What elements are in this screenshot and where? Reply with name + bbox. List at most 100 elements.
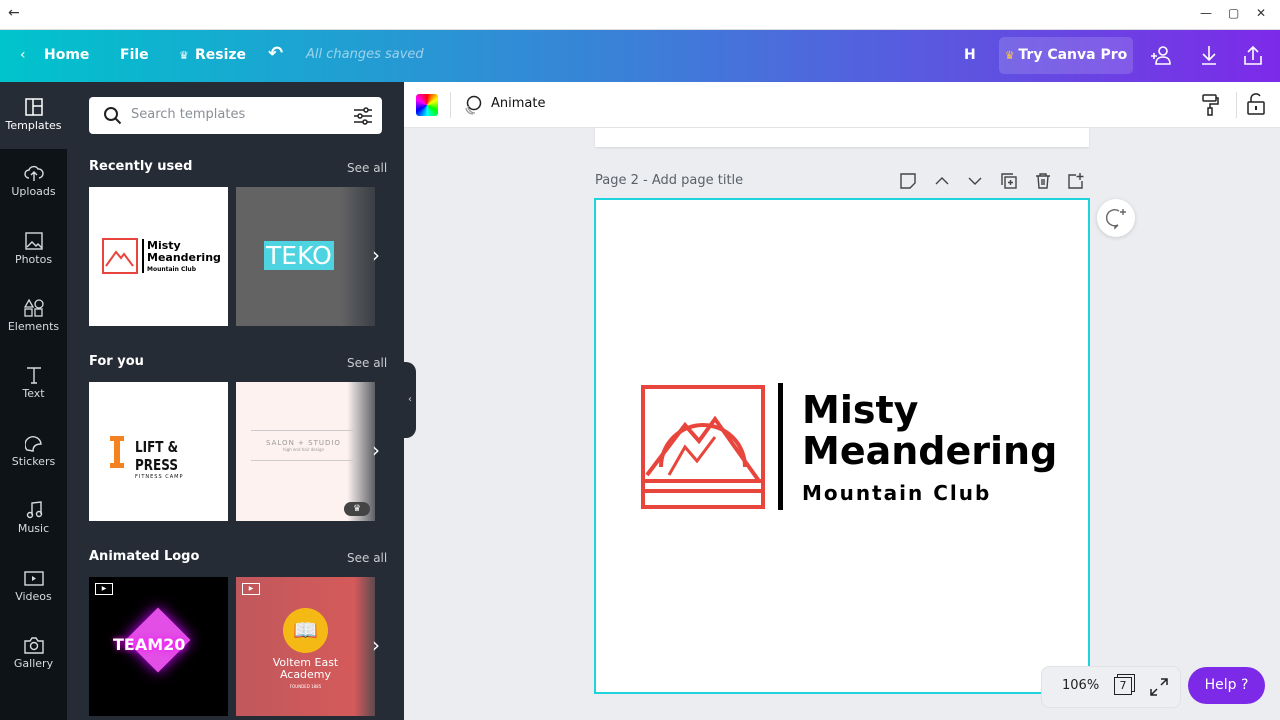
rail-item-stickers[interactable]: Stickers	[0, 434, 67, 468]
search-input[interactable]: Search templates	[89, 97, 382, 134]
search-icon	[104, 107, 122, 125]
rail-label: Gallery	[13, 657, 54, 670]
card-text: Misty Meandering Mountain Club	[147, 240, 221, 276]
logo-line1: Misty	[802, 388, 919, 432]
chevron-left-icon[interactable]: ‹	[20, 47, 26, 63]
fullscreen-icon[interactable]	[1149, 677, 1169, 697]
top-bar: ‹ Home File ♛ Resize ↶ All changes saved…	[0, 30, 1280, 82]
zoom-controls: 106% 7	[1041, 666, 1181, 708]
rail-item-music[interactable]: Music	[0, 501, 67, 535]
card-line: LIFT & PRESS	[135, 438, 179, 474]
rail-label: Stickers	[11, 455, 56, 468]
card-line: Academy	[279, 668, 332, 681]
section-title: Recently used	[89, 159, 193, 174]
see-all-link[interactable]: See all	[347, 161, 387, 175]
notes-icon[interactable]	[899, 172, 917, 190]
chevron-down-icon[interactable]	[966, 172, 984, 190]
card-text: LIFT & PRESS FITNESS CAMP	[135, 438, 228, 480]
chevron-right-icon[interactable]: ›	[372, 243, 380, 267]
templates-icon	[24, 98, 43, 116]
card-line: SALON + STUDIO	[266, 439, 341, 447]
card-line: TEKO	[264, 241, 334, 270]
save-status: All changes saved	[306, 47, 424, 62]
template-card[interactable]: LIFT & PRESS FITNESS CAMP	[89, 382, 228, 521]
rail-item-elements[interactable]: Elements	[0, 299, 67, 333]
page-title-input[interactable]: Add page title	[652, 173, 743, 188]
minimize-button[interactable]: —	[1200, 6, 1212, 20]
add-comment-button[interactable]	[1097, 199, 1135, 237]
photo-icon	[24, 232, 43, 250]
music-icon	[26, 501, 42, 519]
rail-item-videos[interactable]: Videos	[0, 569, 67, 603]
card-text: Voltem East Academy FOUNDED 1885	[236, 657, 375, 693]
user-avatar[interactable]: H	[964, 47, 976, 63]
paint-roller-icon[interactable]	[1202, 94, 1220, 116]
mountain-logo-icon	[641, 385, 765, 509]
rail-label: Elements	[7, 320, 60, 333]
rail-item-photos[interactable]: Photos	[0, 232, 67, 266]
maximize-button[interactable]: ▢	[1228, 6, 1239, 20]
rail-label: Photos	[14, 253, 53, 266]
previous-page[interactable]	[595, 128, 1089, 147]
color-picker-button[interactable]	[416, 94, 438, 116]
trash-icon[interactable]	[1034, 172, 1052, 190]
help-button[interactable]: Help ?	[1188, 667, 1265, 704]
rail-label: Uploads	[11, 185, 56, 198]
zoom-level[interactable]: 106%	[1062, 678, 1099, 693]
chevron-right-icon[interactable]: ›	[372, 438, 380, 462]
logo-subtitle: Mountain Club	[802, 481, 992, 505]
file-button[interactable]: File	[120, 47, 149, 63]
template-card[interactable]: Misty Meandering Mountain Club	[89, 187, 228, 326]
rail-item-text[interactable]: Text	[0, 366, 67, 400]
rail-item-templates[interactable]: Templates	[0, 82, 67, 149]
template-card[interactable]: ▶ 📖 Voltem East Academy FOUNDED 1885	[236, 577, 375, 716]
publish-icon[interactable]	[1243, 44, 1263, 66]
card-text: TEAM20	[113, 635, 186, 654]
shapes-icon	[23, 299, 44, 317]
chevron-right-icon[interactable]: ›	[372, 633, 380, 657]
design-page[interactable]: Misty Meandering Mountain Club	[594, 198, 1090, 694]
download-icon[interactable]	[1199, 44, 1219, 66]
side-rail: Templates Uploads Photos Elements Text S…	[0, 82, 67, 720]
share-people-icon[interactable]	[1150, 44, 1174, 66]
template-card[interactable]: SALON + STUDIO high end hair design ♛	[236, 382, 375, 521]
video-badge-icon: ▶	[95, 583, 113, 595]
card-line: Meandering	[147, 251, 221, 264]
filter-sliders-icon[interactable]	[353, 106, 373, 126]
template-card[interactable]: TEKO	[236, 187, 375, 326]
page-count: 7	[1119, 679, 1127, 692]
duplicate-page-icon[interactable]	[1000, 172, 1018, 190]
logo-line2: Meandering	[802, 429, 1058, 473]
home-button[interactable]: Home	[44, 47, 89, 63]
video-icon	[23, 571, 44, 586]
page-count-button[interactable]: 7	[1114, 677, 1132, 695]
try-pro-label: Try Canva Pro	[1018, 47, 1128, 63]
close-button[interactable]: ✕	[1256, 6, 1266, 20]
unlock-icon[interactable]	[1247, 93, 1265, 115]
arrow-left-icon[interactable]: ←	[8, 5, 20, 21]
divider	[1236, 92, 1237, 118]
window-titlebar: ← — ▢ ✕	[0, 0, 1280, 30]
collapse-panel-button[interactable]: ‹	[404, 362, 416, 438]
upload-cloud-icon	[23, 165, 44, 181]
resize-button[interactable]: Resize	[195, 47, 246, 63]
see-all-link[interactable]: See all	[347, 551, 387, 565]
divider	[450, 92, 451, 118]
see-all-link[interactable]: See all	[347, 356, 387, 370]
chevron-up-icon[interactable]	[933, 172, 951, 190]
rail-label: Music	[17, 522, 50, 535]
card-line: FOUNDED 1885	[289, 684, 322, 689]
add-page-icon[interactable]	[1067, 172, 1085, 190]
logo-title: Misty Meandering	[802, 390, 1057, 472]
rail-item-uploads[interactable]: Uploads	[0, 164, 67, 198]
try-canva-pro-button[interactable]: ♛ Try Canva Pro	[999, 37, 1133, 74]
divider	[778, 383, 783, 510]
template-card[interactable]: ▶ TEAM20	[89, 577, 228, 716]
animate-icon	[465, 95, 482, 115]
card-text: TEKO	[264, 241, 334, 271]
card-line: FITNESS CAMP	[135, 474, 184, 480]
undo-icon[interactable]: ↶	[268, 43, 283, 64]
rail-item-gallery[interactable]: Gallery	[0, 636, 67, 670]
sticker-icon	[24, 436, 42, 452]
animate-button[interactable]: Animate	[491, 96, 545, 111]
